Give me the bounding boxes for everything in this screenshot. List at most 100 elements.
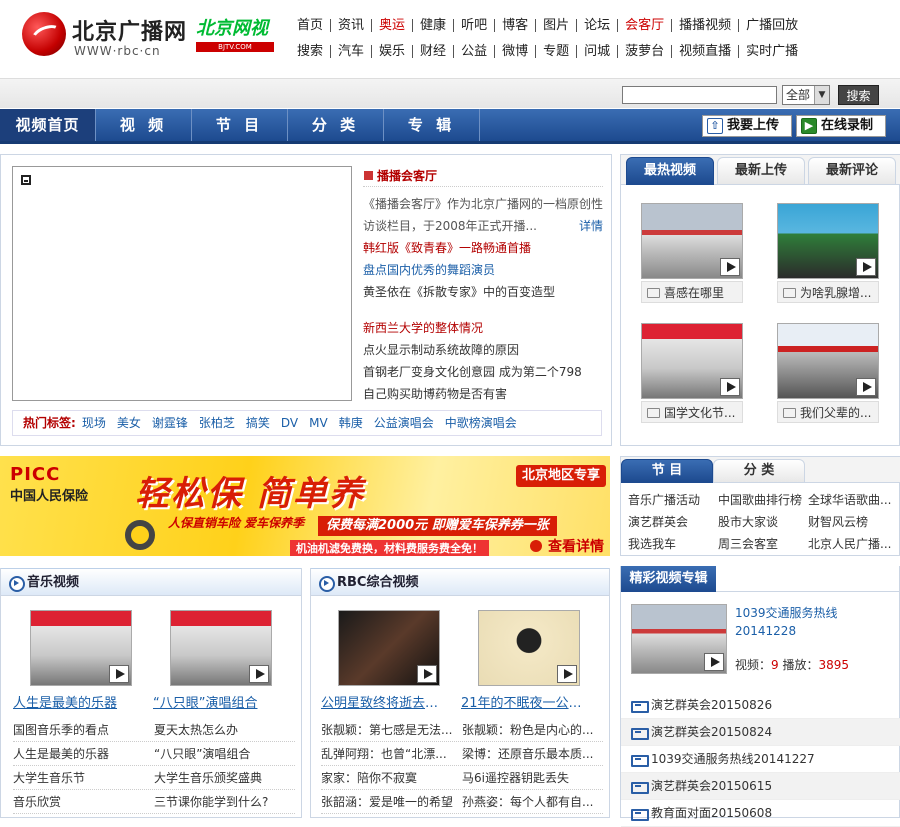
program-link[interactable]: 周三会客室: [718, 533, 808, 555]
list-item[interactable]: 大学生音乐节: [13, 766, 154, 789]
program-link[interactable]: 我选我车: [628, 533, 718, 555]
rbc-logo[interactable]: 北京广播网 WWW·rbc·cn: [22, 10, 186, 62]
list-item[interactable]: 梁博：还原音乐最本质...: [462, 742, 603, 765]
featured-link[interactable]: 黄圣依在《拆散专家》中的百变造型: [363, 281, 603, 303]
tab-categories[interactable]: 分 类: [713, 459, 805, 483]
album-thumbnail[interactable]: [631, 604, 727, 674]
top-nav-link[interactable]: 图片: [536, 18, 578, 32]
banner-detail-link[interactable]: 查看详情: [530, 536, 604, 556]
list-item[interactable]: 孙燕姿：每个人都有自...: [462, 790, 603, 813]
program-link[interactable]: 演艺群英会: [628, 511, 718, 533]
nav-categories[interactable]: 分 类: [288, 109, 384, 141]
hot-tag[interactable]: 美女: [117, 416, 141, 430]
album-list-item[interactable]: 演艺群英会20150826: [621, 692, 900, 719]
top-nav-link[interactable]: 听吧: [454, 18, 496, 32]
video-caption[interactable]: 喜感在哪里: [641, 281, 743, 303]
hot-tag[interactable]: 谢霆锋: [152, 416, 188, 430]
video-caption[interactable]: “八只眼”演唱组合: [153, 692, 278, 710]
program-link[interactable]: 中国歌曲排行榜: [718, 489, 808, 511]
hot-tag[interactable]: 中歌榜演唱会: [445, 416, 517, 430]
top-nav-link[interactable]: 娱乐: [372, 44, 414, 58]
program-link[interactable]: 全球华语歌曲...: [808, 489, 898, 511]
play-icon[interactable]: [704, 653, 724, 671]
list-item[interactable]: “八只眼”演唱组合: [154, 742, 295, 765]
tab-newest-comment[interactable]: 最新评论: [808, 157, 896, 185]
search-input[interactable]: [622, 86, 777, 104]
list-item[interactable]: 家家：陪你不寂寞: [321, 766, 462, 789]
album-list-item[interactable]: 演艺群英会20150615: [621, 773, 900, 800]
bjtv-logo[interactable]: 北京网视 BJTV.COM: [196, 14, 276, 54]
video-player[interactable]: [12, 166, 352, 401]
top-nav-link[interactable]: 视频直播: [672, 44, 740, 58]
program-link[interactable]: 北京人民广播...: [808, 533, 898, 555]
video-caption[interactable]: 21年的不眠夜一公明星...: [461, 692, 586, 710]
play-icon[interactable]: [417, 665, 437, 683]
video-thumbnail[interactable]: [338, 610, 440, 686]
top-nav-link[interactable]: 健康: [413, 18, 455, 32]
play-icon[interactable]: [109, 665, 129, 683]
hot-video-2[interactable]: 为啥乳腺增...: [777, 203, 879, 303]
top-nav-link[interactable]: 会客厅: [618, 18, 673, 32]
video-thumbnail[interactable]: [641, 203, 743, 279]
video-caption[interactable]: 公明星致终将逝去的《...: [321, 692, 446, 710]
program-link[interactable]: 音乐广播活动: [628, 489, 718, 511]
top-nav-link[interactable]: 博客: [495, 18, 537, 32]
album-list-item[interactable]: 教育面对面20150608: [621, 800, 900, 827]
list-item[interactable]: 音乐欣赏: [13, 790, 154, 813]
play-icon[interactable]: [856, 378, 876, 396]
play-icon[interactable]: [856, 258, 876, 276]
hot-tag[interactable]: 韩庚: [339, 416, 363, 430]
list-item[interactable]: 张靓颖：第七感是无法...: [321, 718, 462, 741]
video-caption[interactable]: 国学文化节...: [641, 401, 743, 423]
rbc-video-1[interactable]: 公明星致终将逝去的《...: [321, 610, 446, 710]
list-item[interactable]: 人生是最美的乐器: [13, 742, 154, 765]
list-item[interactable]: 夏天太热怎么办: [154, 718, 295, 741]
music-section-title[interactable]: 音乐视频: [9, 569, 79, 596]
hot-video-4[interactable]: 我们父辈的...: [777, 323, 879, 423]
top-nav-link[interactable]: 奥运: [372, 18, 414, 32]
featured-link[interactable]: 自己购买助博药物是否有害: [363, 383, 603, 405]
music-video-2[interactable]: “八只眼”演唱组合: [153, 610, 278, 710]
play-icon[interactable]: [557, 665, 577, 683]
top-nav-link[interactable]: 论坛: [577, 18, 619, 32]
video-thumbnail[interactable]: [30, 610, 132, 686]
record-button[interactable]: ▶ 在线录制: [796, 115, 886, 137]
top-nav-link[interactable]: 问城: [577, 44, 619, 58]
top-nav-link[interactable]: 资讯: [331, 18, 373, 32]
video-caption[interactable]: 人生是最美的乐器: [13, 692, 138, 710]
album-list-item[interactable]: 演艺群英会20150824: [621, 719, 900, 746]
rbc-section-title[interactable]: RBC综合视频: [319, 569, 418, 596]
nav-albums[interactable]: 专 辑: [384, 109, 480, 141]
list-item[interactable]: 张靓颖：粉色是内心的...: [462, 718, 603, 741]
album-featured-title[interactable]: 1039交通服务热线20141228: [735, 604, 895, 640]
tab-hottest[interactable]: 最热视频: [626, 157, 714, 185]
video-thumbnail[interactable]: [641, 323, 743, 399]
video-thumbnail[interactable]: [170, 610, 272, 686]
picc-banner-ad[interactable]: PICC 中国人民保险 轻松保 简单养 人保直销车险 爱车保养季 保费每满2000…: [0, 456, 610, 556]
hot-tag[interactable]: DV: [281, 416, 298, 430]
music-video-1[interactable]: 人生是最美的乐器: [13, 610, 138, 710]
play-icon[interactable]: [249, 665, 269, 683]
top-nav-link[interactable]: 微博: [495, 44, 537, 58]
nav-programs[interactable]: 节 目: [192, 109, 288, 141]
tab-newest-upload[interactable]: 最新上传: [717, 157, 805, 185]
featured-more-link[interactable]: 详情: [579, 215, 603, 237]
list-item[interactable]: 三节课你能学到什么?: [154, 790, 295, 813]
video-caption[interactable]: 为啥乳腺增...: [777, 281, 879, 303]
hot-video-3[interactable]: 国学文化节...: [641, 323, 743, 423]
play-icon[interactable]: [720, 258, 740, 276]
top-nav-link[interactable]: 财经: [413, 44, 455, 58]
top-nav-link[interactable]: 汽车: [331, 44, 373, 58]
nav-video-home[interactable]: 视频首页: [0, 109, 96, 141]
rbc-video-2[interactable]: 21年的不眠夜一公明星...: [461, 610, 586, 710]
top-nav-link[interactable]: 搜索: [290, 44, 332, 58]
featured-link[interactable]: 点火显示制动系统故障的原因: [363, 339, 603, 361]
top-nav-link[interactable]: 广播回放: [739, 19, 805, 32]
top-nav-link[interactable]: 公益: [454, 44, 496, 58]
list-item[interactable]: 张韶涵：爱是唯一的希望: [321, 790, 462, 813]
albums-title[interactable]: 精彩视频专辑: [621, 566, 716, 592]
top-nav-link[interactable]: 播播视频: [672, 18, 740, 32]
hot-video-1[interactable]: 喜感在哪里: [641, 203, 743, 303]
album-list-item[interactable]: 1039交通服务热线20141227: [621, 746, 900, 773]
featured-link[interactable]: 首钢老厂变身文化创意园 成为第二个798: [363, 361, 603, 383]
